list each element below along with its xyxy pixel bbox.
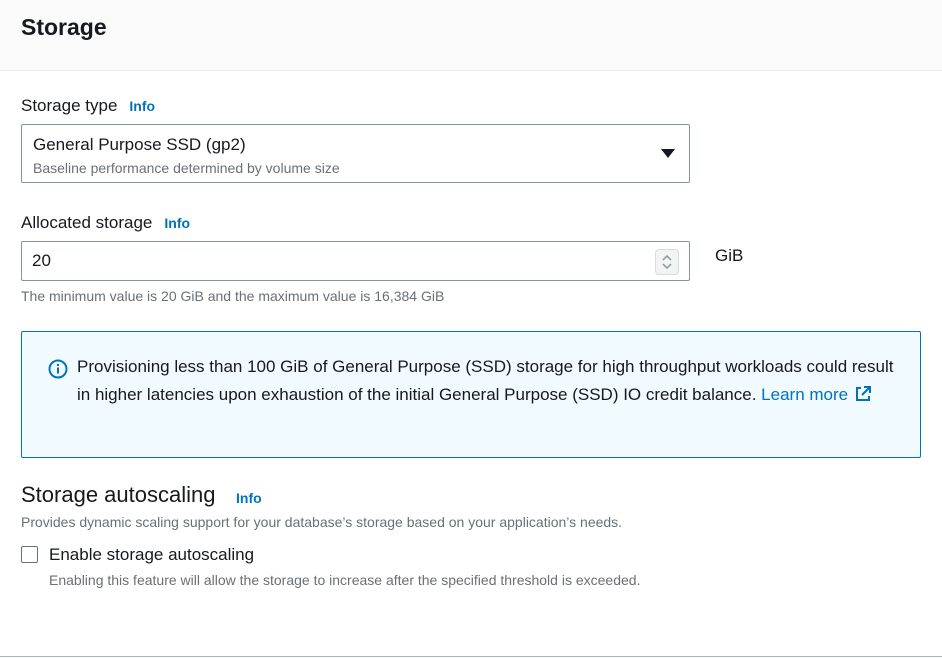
allocated-storage-label: Allocated storage: [21, 213, 153, 232]
enable-autoscaling-checkbox[interactable]: [21, 546, 38, 563]
caret-down-icon: [661, 149, 675, 158]
allocated-storage-field: [21, 241, 690, 281]
storage-type-selected-description: Baseline performance determined by volum…: [33, 160, 340, 176]
storage-type-selected: General Purpose SSD (gp2): [33, 135, 246, 154]
storage-unit: GiB: [715, 246, 744, 265]
learn-more-link[interactable]: Learn more: [761, 385, 872, 404]
storage-type-label-row: Storage type Info: [21, 96, 155, 116]
autoscaling-info-link[interactable]: Info: [236, 490, 262, 506]
stepper-arrows-icon: [662, 254, 672, 270]
info-circle-icon: [48, 359, 68, 379]
external-link-icon: [856, 385, 872, 401]
divider: [0, 656, 942, 657]
section-title: Storage: [21, 14, 107, 40]
storage-type-label: Storage type: [21, 96, 118, 115]
section-header: Storage: [0, 0, 942, 71]
autoscaling-description: Provides dynamic scaling support for you…: [21, 514, 623, 530]
storage-type-select[interactable]: General Purpose SSD (gp2) Baseline perfo…: [21, 124, 690, 183]
number-stepper[interactable]: [655, 249, 679, 275]
alert-message-block: Provisioning less than 100 GiB of Genera…: [77, 353, 902, 408]
info-alert: Provisioning less than 100 GiB of Genera…: [21, 331, 921, 458]
learn-more-text: Learn more: [761, 384, 849, 404]
allocated-storage-hint: The minimum value is 20 GiB and the maxi…: [21, 288, 445, 304]
autoscaling-title: Storage autoscaling: [21, 482, 216, 507]
storage-type-info-link[interactable]: Info: [129, 98, 155, 114]
enable-autoscaling-label[interactable]: Enable storage autoscaling: [49, 545, 254, 565]
allocated-storage-label-row: Allocated storage Info: [21, 213, 190, 233]
allocated-storage-info-link[interactable]: Info: [164, 215, 190, 231]
enable-autoscaling-description: Enabling this feature will allow the sto…: [49, 572, 641, 588]
allocated-storage-input[interactable]: [32, 242, 632, 280]
